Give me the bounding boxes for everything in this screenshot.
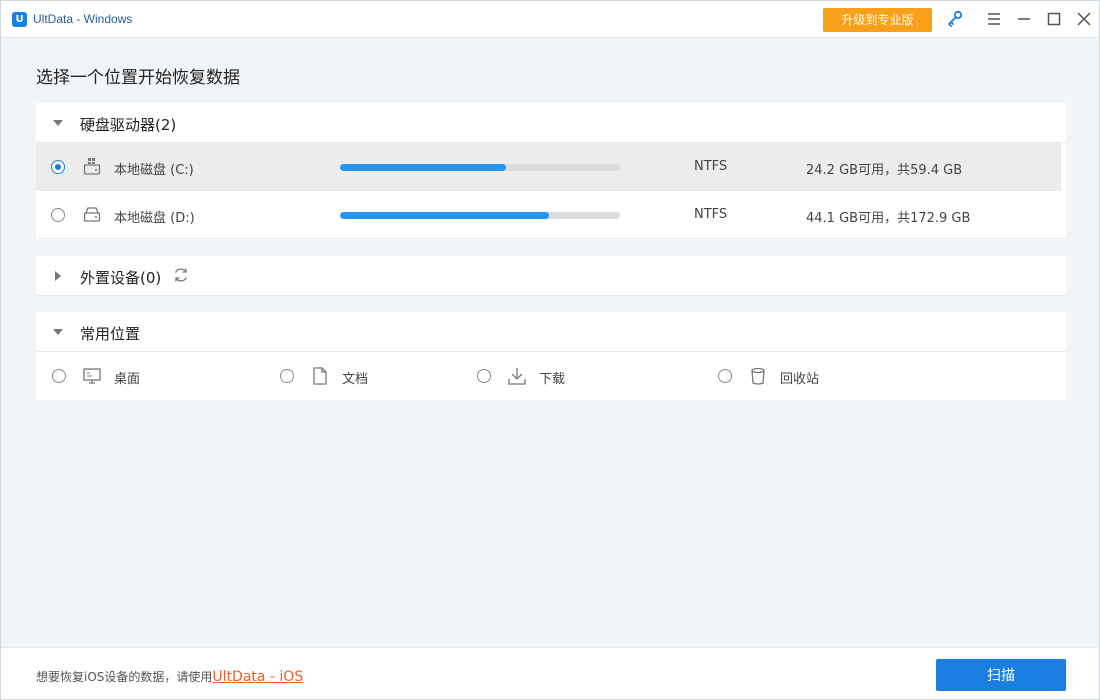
- hard-drive-icon: [83, 204, 101, 224]
- location-label: 回收站: [780, 372, 820, 387]
- drive-usage-bar: [340, 212, 620, 219]
- common-header[interactable]: 常用位置: [36, 312, 1066, 352]
- footer-prompt-text: 想要恢复iOS设备的数据，请使用: [36, 670, 213, 684]
- drive-usage-bar: [340, 164, 620, 171]
- minimize-icon[interactable]: [1014, 9, 1034, 29]
- location-radio[interactable]: [280, 369, 294, 383]
- drive-filesystem: NTFS: [694, 159, 728, 174]
- external-header[interactable]: 外置设备(0): [36, 256, 1066, 296]
- caret-right-icon[interactable]: [52, 270, 64, 282]
- caret-down-icon[interactable]: [52, 117, 64, 129]
- footer-prompt: 想要恢复iOS设备的数据，请使用UltData - iOS: [36, 668, 303, 685]
- location-radio[interactable]: [477, 369, 491, 383]
- drive-radio[interactable]: [51, 160, 65, 174]
- monitor-icon: [82, 366, 102, 386]
- caret-down-icon[interactable]: [52, 326, 64, 338]
- scan-button[interactable]: 扫描: [936, 659, 1066, 691]
- menu-icon[interactable]: [984, 9, 1004, 29]
- common-header-label: 常用位置: [80, 325, 141, 343]
- document-icon: [310, 366, 330, 386]
- title-bar: U UltData - Windows 升级到专业版: [1, 1, 1099, 38]
- drive-usage-fill: [340, 212, 549, 219]
- windows-drive-icon: [83, 156, 101, 176]
- ultdata-ios-link[interactable]: UltData - iOS: [212, 669, 303, 685]
- refresh-icon[interactable]: [172, 266, 190, 284]
- maximize-icon[interactable]: [1044, 9, 1064, 29]
- external-header-label: 外置设备(0): [80, 269, 162, 287]
- drive-space: 44.1 GB可用，共172.9 GB: [806, 211, 971, 226]
- common-section: 常用位置 桌面 文档 下载 回收站: [36, 312, 1066, 400]
- location-label: 桌面: [114, 372, 141, 387]
- window-title: UltData - Windows: [33, 12, 133, 26]
- external-section: 外置设备(0): [36, 256, 1066, 296]
- drive-space: 24.2 GB可用，共59.4 GB: [806, 163, 963, 178]
- drive-row[interactable]: 本地磁盘 (C:) NTFS 24.2 GB可用，共59.4 GB: [36, 143, 1061, 191]
- drives-header[interactable]: 硬盘驱动器(2): [36, 103, 1066, 143]
- drive-row[interactable]: 本地磁盘 (D:) NTFS 44.1 GB可用，共172.9 GB: [36, 191, 1066, 239]
- location-radio[interactable]: [718, 369, 732, 383]
- drives-header-label: 硬盘驱动器(2): [80, 116, 177, 134]
- page-title: 选择一个位置开始恢复数据: [36, 68, 240, 88]
- location-label: 下载: [539, 372, 566, 387]
- drive-radio[interactable]: [51, 208, 65, 222]
- drives-section: 硬盘驱动器(2) 本地磁盘 (C:) NTFS 24.2 GB可用，共59.4 …: [36, 103, 1066, 240]
- location-radio[interactable]: [52, 369, 66, 383]
- key-icon[interactable]: [945, 9, 965, 29]
- app-logo-icon: U: [12, 12, 27, 27]
- download-icon: [507, 366, 527, 386]
- common-locations: 桌面 文档 下载 回收站: [36, 352, 1066, 400]
- drive-filesystem: NTFS: [694, 207, 728, 222]
- drive-name: 本地磁盘 (D:): [114, 211, 195, 226]
- upgrade-button[interactable]: 升级到专业版: [823, 8, 932, 32]
- footer: 想要恢复iOS设备的数据，请使用UltData - iOS 扫描: [1, 647, 1099, 699]
- location-label: 文档: [342, 372, 369, 387]
- trash-icon: [748, 366, 768, 386]
- drive-name: 本地磁盘 (C:): [114, 163, 194, 178]
- drive-usage-fill: [340, 164, 507, 171]
- close-icon[interactable]: [1074, 9, 1094, 29]
